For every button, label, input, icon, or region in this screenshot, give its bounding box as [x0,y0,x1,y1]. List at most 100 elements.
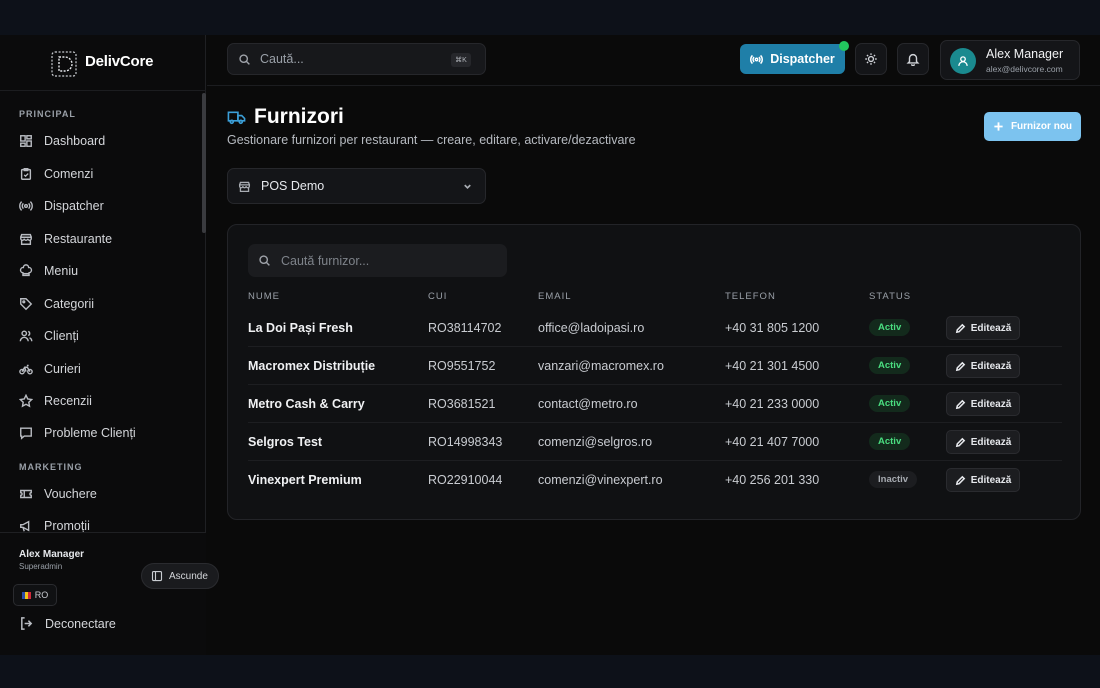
user-menu[interactable]: Alex Manager alex@delivcore.com [940,40,1080,80]
radio-icon [750,54,764,64]
sidebar-item-meniu[interactable]: Meniu [19,258,199,284]
live-status-dot [839,41,849,51]
dispatcher-label: Dispatcher [770,52,835,66]
edit-supplier-button[interactable]: Editează [946,392,1020,416]
sidebar-item-dashboard[interactable]: Dashboard [19,128,199,154]
panel-left-icon [151,570,163,582]
flag-ro-icon [21,591,31,599]
new-supplier-label: Furnizor nou [1010,121,1073,132]
sidebar-item-comenzi[interactable]: Comenzi [19,161,199,187]
supplier-search-input[interactable] [281,253,491,268]
chef-hat-icon [19,264,33,277]
restaurant-select-value: POS Demo [261,179,325,193]
header-user-name: Alex Manager [986,47,1064,61]
page-title-text: Furnizori [254,105,344,128]
supplier-email: comenzi@vinexpert.ro [538,473,663,487]
sidebar-item-recenzii[interactable]: Recenzii [19,388,199,414]
supplier-name: Selgros Test [248,435,323,449]
bell-icon [906,53,920,66]
dispatcher-button[interactable]: Dispatcher [740,44,845,74]
store-icon [20,233,32,245]
page-title: Furnizori [227,105,344,129]
supplier-name: Macromex Distribuție [248,359,376,373]
global-search-input[interactable] [260,52,440,66]
edit-label: Editează [970,398,1012,410]
edit-supplier-button[interactable]: Editează [946,354,1020,378]
sidebar-item-label: Dispatcher [44,199,104,213]
sidebar-item-curieri[interactable]: Curieri [19,356,199,382]
bike-icon [19,364,33,375]
supplier-phone: +40 31 805 1200 [725,321,820,335]
language-label: RO [34,590,49,600]
sidebar-user-role: Superadmin [19,562,63,571]
new-supplier-button[interactable]: Furnizor nou [984,112,1081,141]
supplier-email: comenzi@selgros.ro [538,435,653,449]
user-icon [958,56,968,66]
status-badge: Activ [869,433,911,450]
message-icon [20,427,32,440]
chevron-down-icon [464,184,471,190]
logo-area[interactable]: DelivCore [0,35,206,91]
restaurant-select[interactable]: POS Demo [227,168,486,204]
truck-icon [227,110,246,124]
search-icon [239,53,250,65]
pencil-icon [955,437,965,447]
column-header-cui: CUI [428,291,448,302]
tag-icon [20,298,33,311]
radio-icon [19,201,33,211]
sidebar-item-vouchere[interactable]: Vouchere [19,481,199,507]
status-badge: Activ [869,357,911,374]
column-header-telefon: TELEFON [725,291,776,302]
sidebar-user-name: Alex Manager [19,549,85,560]
logo-icon [51,51,77,77]
pencil-icon [955,323,965,333]
column-header-email: EMAIL [538,291,572,302]
supplier-search[interactable] [248,244,507,277]
hide-sidebar-button[interactable]: Ascunde [141,563,219,589]
edit-supplier-button[interactable]: Editează [946,316,1020,340]
sidebar-item-label: Comenzi [44,167,94,181]
table-row: La Doi Pași Fresh RO38114702 office@lado… [248,309,1062,347]
edit-label: Editează [970,360,1012,372]
theme-toggle-button[interactable] [855,43,887,75]
sidebar-item-categorii[interactable]: Categorii [19,291,199,317]
edit-label: Editează [970,436,1012,448]
sidebar-item-label: Probleme Clienți [44,426,136,440]
language-switcher[interactable]: RO [13,584,57,606]
sidebar-item-restaurante[interactable]: Restaurante [19,226,199,252]
sidebar-scrollbar[interactable] [202,93,206,233]
supplier-name: Vinexpert Premium [248,473,362,487]
supplier-cui: RO22910044 [428,473,503,487]
edit-supplier-button[interactable]: Editează [946,468,1020,492]
supplier-cui: RO14998343 [428,435,503,449]
plus-icon [994,122,1003,131]
dashboard-icon [20,135,32,147]
sidebar-item-dispatcher[interactable]: Dispatcher [19,193,199,219]
sidebar-item-clienti[interactable]: Clienți [19,323,199,349]
column-header-status: STATUS [869,291,912,302]
sidebar-item-label: Clienți [44,329,79,343]
status-badge: Activ [869,319,911,336]
sidebar-item-label: Vouchere [44,487,97,501]
supplier-phone: +40 256 201 330 [725,473,820,487]
sun-icon [865,53,877,65]
search-icon [259,255,270,266]
pencil-icon [955,361,965,371]
notifications-button[interactable] [897,43,929,75]
supplier-cui: RO3681521 [428,397,496,411]
status-badge: Activ [869,395,911,412]
global-search[interactable]: ⌘K [227,43,486,75]
supplier-email: vanzari@macromex.ro [538,359,664,373]
supplier-email: office@ladoipasi.ro [538,321,645,335]
suppliers-card: NUME CUI EMAIL TELEFON STATUS La Doi Paș… [227,224,1081,520]
ticket-icon [20,489,32,499]
supplier-phone: +40 21 233 0000 [725,397,820,411]
supplier-cui: RO38114702 [428,321,502,335]
supplier-phone: +40 21 407 7000 [725,435,820,449]
edit-supplier-button[interactable]: Editează [946,430,1020,454]
star-icon [19,394,33,408]
users-icon [19,330,33,342]
sidebar-item-probleme-clienti[interactable]: Probleme Clienți [19,420,199,446]
logout-button[interactable]: Deconectare [19,616,116,631]
table-row: Vinexpert Premium RO22910044 comenzi@vin… [248,461,1062,499]
